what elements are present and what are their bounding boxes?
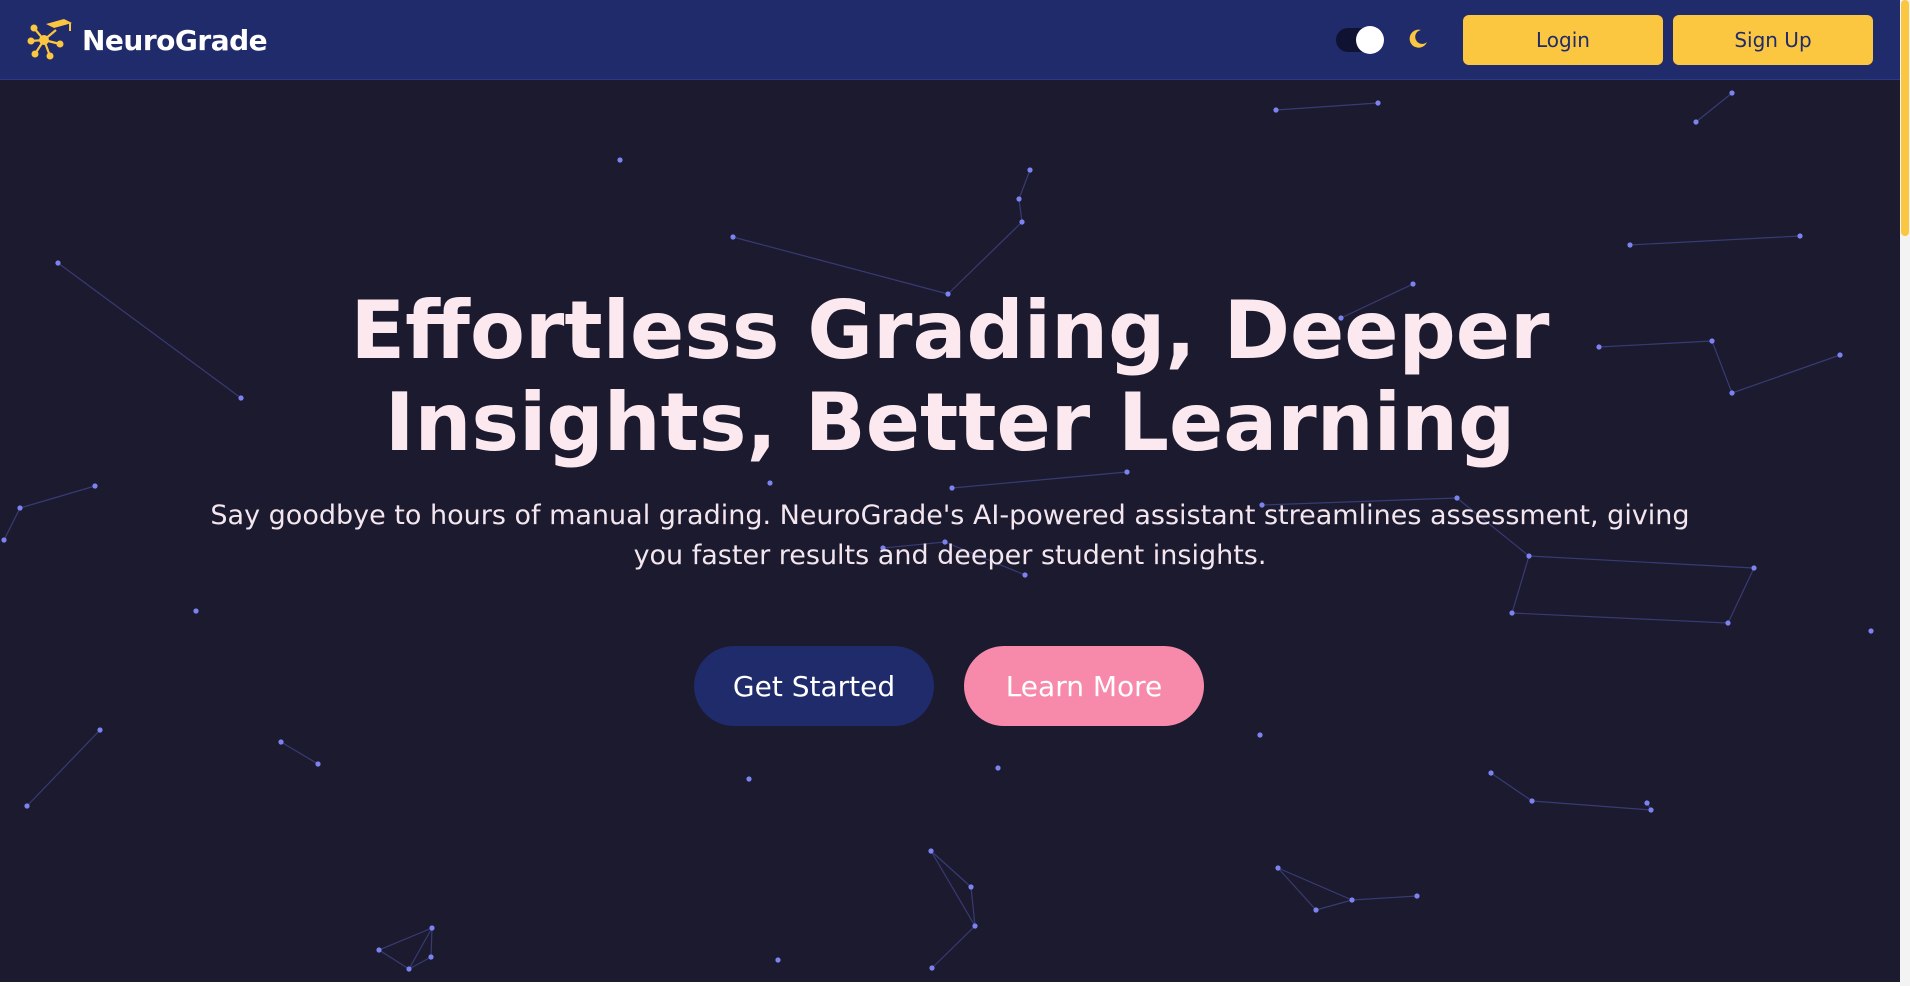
network-node [767, 480, 773, 486]
network-link [3, 507, 21, 541]
network-node [746, 776, 752, 782]
network-node [193, 608, 199, 614]
network-node [429, 925, 435, 931]
network-node [929, 965, 935, 971]
network-node [17, 505, 23, 511]
network-link [1531, 800, 1652, 811]
network-node [1729, 390, 1735, 396]
network-link [930, 850, 972, 888]
network-link [1731, 354, 1841, 394]
network-node [1273, 107, 1279, 113]
network-node [1124, 469, 1130, 475]
network-link [26, 729, 101, 807]
network-link [378, 949, 410, 970]
network-node [1, 537, 7, 543]
hero-title-line-1: Effortless Grading, Deeper [350, 284, 1550, 377]
network-node [617, 157, 623, 163]
network-node [968, 884, 974, 890]
network-node [1729, 90, 1735, 96]
network-node [1529, 798, 1535, 804]
network-node [775, 957, 781, 963]
network-link [1490, 772, 1533, 802]
network-node [1725, 620, 1731, 626]
network-node [92, 483, 98, 489]
network-node [1751, 565, 1757, 571]
network-link [1695, 92, 1733, 123]
browser-viewport: NeuroGrade Login Sign Up Effortless Grad… [0, 0, 1910, 986]
theme-toggle-switch[interactable] [1336, 26, 1384, 54]
particle-network-background [1, 90, 1874, 972]
hero-subtitle: Say goodbye to hours of manual grading. … [180, 496, 1720, 576]
network-link [1351, 895, 1418, 901]
hero-subtitle-line-2: you faster results and deeper student in… [633, 540, 1267, 571]
network-node [972, 923, 978, 929]
network-node [428, 954, 434, 960]
network-node [1797, 233, 1803, 239]
network-node [1375, 100, 1381, 106]
network-link [430, 927, 433, 958]
network-link [1629, 235, 1801, 246]
network-link [1727, 567, 1755, 624]
network-node [1313, 907, 1319, 913]
network-node [315, 761, 321, 767]
network-node [1709, 338, 1715, 344]
network-node [238, 395, 244, 401]
network-node [1648, 807, 1654, 813]
network-link [280, 741, 319, 765]
top-navbar: NeuroGrade Login Sign Up [0, 0, 1900, 80]
network-node [730, 234, 736, 240]
network-node [1868, 628, 1874, 634]
network-node [376, 947, 382, 953]
hero-title: Effortless Grading, Deeper Insights, Bet… [250, 285, 1650, 469]
network-node [1257, 732, 1263, 738]
network-link [951, 471, 1128, 489]
moon-icon [1409, 29, 1427, 48]
network-node [1644, 800, 1650, 806]
network-node [995, 765, 1001, 771]
learn-more-button[interactable]: Learn More [964, 646, 1204, 726]
network-node [55, 260, 61, 266]
login-button[interactable]: Login [1463, 15, 1663, 65]
network-link [378, 927, 433, 951]
network-link [1018, 198, 1023, 223]
network-node [1509, 610, 1515, 616]
scrollbar-thumb[interactable] [1901, 0, 1909, 236]
get-started-button[interactable]: Get Started [694, 646, 934, 726]
network-link [57, 262, 242, 399]
network-node [1349, 897, 1355, 903]
network-node [1275, 865, 1281, 871]
network-link [1511, 612, 1729, 624]
network-link [930, 850, 976, 927]
network-node [97, 727, 103, 733]
network-node [406, 966, 412, 972]
network-link [1277, 867, 1317, 911]
landing-page: NeuroGrade Login Sign Up Effortless Grad… [0, 0, 1900, 982]
network-node [24, 803, 30, 809]
network-node [1016, 196, 1022, 202]
network-node [278, 739, 284, 745]
network-node [1627, 242, 1633, 248]
hero-subtitle-line-1: Say goodbye to hours of manual grading. … [210, 500, 1690, 531]
network-link [19, 485, 96, 509]
network-link [1711, 340, 1733, 394]
hero-title-line-2: Insights, Better Learning [384, 376, 1516, 469]
network-link [931, 925, 976, 969]
network-node [928, 848, 934, 854]
network-node [1027, 167, 1033, 173]
theme-toggle-knob [1356, 26, 1384, 54]
network-link [1018, 169, 1031, 200]
network-link [1315, 899, 1353, 911]
network-link [1275, 102, 1379, 111]
network-node [1019, 219, 1025, 225]
network-node [1488, 770, 1494, 776]
network-link [1277, 867, 1353, 901]
neural-graduation-cap-icon [27, 19, 72, 60]
network-node [1693, 119, 1699, 125]
network-node [1837, 352, 1843, 358]
network-node [1414, 893, 1420, 899]
brand-name: NeuroGrade [82, 23, 268, 57]
signup-button[interactable]: Sign Up [1673, 15, 1873, 65]
brand[interactable]: NeuroGrade [26, 18, 268, 62]
network-node [949, 485, 955, 491]
